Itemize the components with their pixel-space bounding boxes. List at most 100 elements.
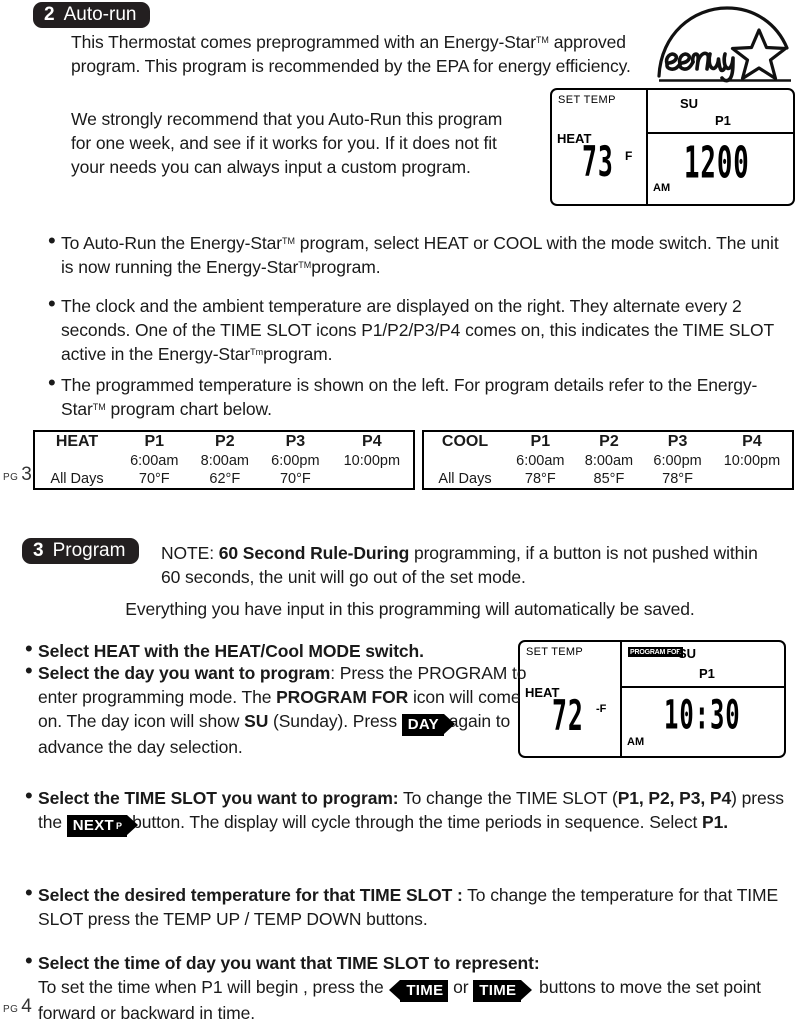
bullet-1-part-a: To Auto-Run the Energy-Star	[61, 233, 283, 253]
program-bullet-3-text: Select the TIME SLOT you want to program…	[38, 787, 787, 837]
bullet-icon	[48, 232, 61, 251]
page-number-bottom: PG 4	[3, 996, 32, 1018]
heat-chart-time-p1: 6:00am	[130, 452, 179, 469]
time-forward-button[interactable]: TIME	[473, 979, 533, 1002]
lcd-temperature-unit: F	[625, 149, 633, 163]
bullet-5-mid: or	[448, 976, 474, 997]
heat-chart-mode: HEAT	[55, 432, 99, 450]
bullet-icon	[25, 952, 38, 971]
auto-run-bullet-2-text: The clock and the ambient temperature ar…	[61, 295, 796, 366]
trademark-symbol: TM	[282, 236, 296, 246]
bullet-2-part-b: program.	[263, 343, 333, 364]
section-badge-label: Auto-run	[63, 4, 137, 25]
bullet-2-part-a: The clock and the ambient temperature ar…	[61, 296, 774, 364]
cool-program-chart: COOL P1 P2 P3 P4 6:00am 8:00am 6:00pm 10…	[422, 430, 794, 490]
cool-chart-mode: COOL	[441, 432, 489, 450]
day-su-label: SU	[244, 710, 269, 731]
section-badge-number: 2	[44, 4, 55, 25]
heat-chart-days: All Days	[50, 470, 104, 487]
day-button[interactable]: DAY	[401, 713, 456, 736]
program-bullet-1: Select HEAT with the HEAT/Cool MODE swit…	[25, 640, 525, 664]
heat-chart-time-p3: 6:00pm	[271, 452, 320, 469]
cool-chart-col-p4: P4	[742, 432, 762, 450]
lcd-clock-value: 10:30	[664, 692, 741, 740]
lcd-set-temperature-value: 72	[552, 692, 584, 741]
thermostat-lcd-display-bottom: SET TEMP PROGRAM FOR HEAT 72 -F SU P1 AM…	[518, 640, 786, 758]
bullet-icon	[48, 374, 61, 393]
select-p1-label: P1.	[702, 811, 728, 832]
bullet-3-bold-lead: Select the TIME SLOT you want to program…	[38, 788, 399, 808]
cool-chart-time-p4: 10:00pm	[723, 452, 781, 469]
heat-chart-temp-p4	[331, 470, 413, 488]
bullet-2-bold-lead: Select the day you want to program	[38, 663, 331, 683]
cool-chart-table: COOL P1 P2 P3 P4 6:00am 8:00am 6:00pm 10…	[424, 432, 792, 488]
program-for-icon-label: PROGRAM FOR	[276, 686, 409, 707]
lcd-set-temp-label: SET TEMP	[526, 646, 584, 658]
next-button-label: NEXT	[72, 816, 115, 834]
heat-chart-col-p2: P2	[215, 432, 235, 450]
auto-run-paragraph-2: We strongly recommend that you Auto-Run …	[71, 109, 503, 177]
lcd-day-indicator: SU	[680, 96, 699, 111]
trademark-symbol: TM	[92, 401, 106, 412]
energy-star-logo	[655, 4, 795, 86]
heat-chart-temp-p3: 70°F	[279, 470, 311, 487]
bullet-icon	[48, 295, 61, 314]
heat-chart-temp-p2: 62°F	[209, 470, 241, 487]
note-bold-rule: 60 Second Rule-During	[218, 543, 410, 563]
lcd-temperature-unit: -F	[596, 703, 607, 715]
bullet-icon	[25, 787, 38, 806]
heat-chart-col-p3: P3	[285, 432, 306, 450]
lcd-day-indicator: SU	[678, 646, 697, 661]
section-badge-program: 3 Program	[22, 538, 140, 564]
auto-run-p1-text-a: This Thermostat comes preprogrammed with…	[71, 32, 536, 52]
table-row: All Days 78°F 85°F 78°F	[424, 470, 792, 488]
bullet-3-part-c: button. The display will cycle through t…	[127, 811, 702, 832]
bullet-5-bold-lead: Select the time of day you want that TIM…	[38, 953, 540, 973]
lcd-set-temperature-value: 73	[582, 138, 614, 187]
program-bullet-1-text: Select HEAT with the HEAT/Cool MODE swit…	[38, 641, 424, 661]
trademark-symbol: TM	[298, 259, 312, 270]
cool-chart-temp-p1: 78°F	[524, 470, 556, 487]
bullet-icon	[25, 884, 38, 903]
next-button-sublabel: P	[116, 820, 123, 831]
next-button[interactable]: NEXT P	[66, 814, 138, 837]
auto-run-bullet-1: To Auto-Run the Energy-StarTM program, s…	[48, 232, 793, 280]
heat-chart-table: HEAT P1 P2 P3 P4 6:00am 8:00am 6:00pm 10…	[35, 432, 413, 488]
bullet-3-part-a: To change the TIME SLOT (	[398, 788, 618, 808]
heat-chart-time-p4: 10:00pm	[343, 452, 401, 469]
cool-chart-time-p2: 8:00am	[584, 452, 634, 469]
auto-run-bullet-1-text: To Auto-Run the Energy-StarTM program, s…	[61, 232, 793, 280]
bullet-2-part-c: (Sunday). Press	[268, 710, 402, 731]
bullet-4-bold-lead: Select the desired temperature for that …	[38, 885, 463, 905]
lcd-horizontal-divider	[646, 132, 793, 134]
heat-chart-temp-p1: 70°F	[138, 470, 170, 487]
program-bullet-4: Select the desired temperature for that …	[25, 884, 787, 932]
bullet-1-part-c: program.	[311, 256, 381, 277]
lcd-time-slot-indicator: P1	[699, 666, 715, 681]
bullet-icon	[25, 640, 38, 659]
heat-chart-col-p1: P1	[144, 432, 165, 450]
page-number-top: PG 3	[3, 464, 32, 486]
program-note-line3: Everything you have input in this progra…	[125, 599, 695, 619]
lcd-vertical-divider	[620, 642, 622, 756]
heat-chart-time-p2: 8:00am	[200, 452, 249, 469]
program-bullet-5: Select the time of day you want that TIM…	[25, 952, 787, 1026]
cool-chart-col-p3: P3	[667, 432, 688, 450]
table-row: 6:00am 8:00am 6:00pm 10:00pm	[424, 452, 792, 470]
time-back-button[interactable]: TIME	[389, 979, 449, 1002]
cool-chart-days: All Days	[438, 470, 492, 487]
cool-chart-col-p2: P2	[599, 432, 619, 450]
page-number-bottom-value: 4	[21, 996, 32, 1017]
auto-run-bullet-3: The programmed temperature is shown on t…	[48, 374, 796, 422]
cool-chart-blank	[424, 452, 506, 470]
cool-chart-time-p3: 6:00pm	[653, 452, 702, 469]
table-row: COOL P1 P2 P3 P4	[424, 432, 792, 452]
heat-chart-col-p4: P4	[362, 432, 382, 450]
lcd-clock-value: 1200	[684, 137, 750, 189]
program-note: NOTE: 60 Second Rule-During programming,…	[161, 542, 781, 590]
program-bullet-2: Select the day you want to program: Pres…	[25, 662, 528, 759]
cool-chart-temp-p2: 85°F	[593, 470, 625, 487]
cool-chart-temp-p4	[712, 470, 792, 488]
page-number-top-label: PG	[3, 472, 19, 483]
auto-run-paragraph-1: This Thermostat comes preprogrammed with…	[71, 31, 661, 79]
